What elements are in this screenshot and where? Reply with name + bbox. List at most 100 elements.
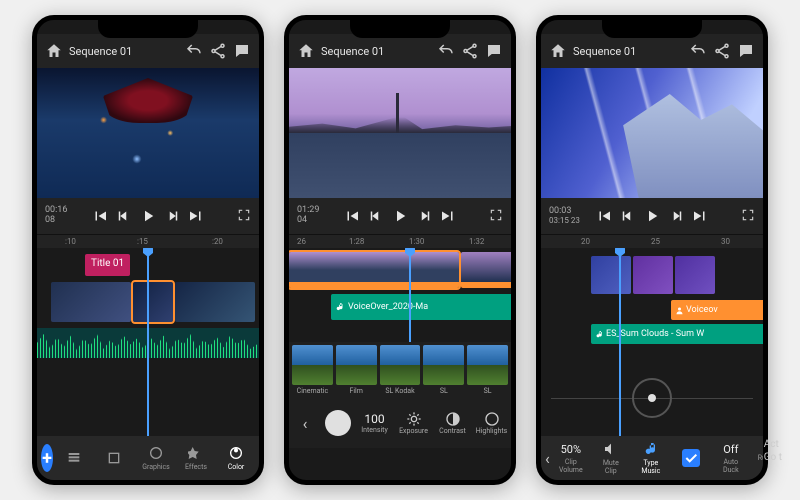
tab-mute-clip[interactable]: Mute Clip (592, 438, 630, 478)
video-clip[interactable] (51, 282, 131, 322)
back-icon[interactable]: ‹ (545, 449, 550, 468)
tab-label: Type Music (641, 459, 660, 475)
param-value: 100 (364, 412, 384, 426)
playhead[interactable] (619, 248, 621, 436)
video-clip[interactable] (633, 256, 673, 294)
playhead[interactable] (409, 248, 411, 342)
timeline-ruler[interactable]: 20 25 30 (541, 234, 763, 248)
timeline-ruler[interactable]: 26 1:28 1:30 1:32 (289, 234, 511, 248)
title-clip[interactable]: Title 01 (85, 254, 130, 276)
param-contrast[interactable]: Contrast (433, 411, 472, 435)
skip-start-icon[interactable] (91, 207, 109, 225)
voiceover-clip[interactable]: Voiceov (671, 300, 763, 320)
timeline[interactable]: Voiceov ES_Sum Clouds - Sum W (541, 248, 763, 436)
video-clip[interactable] (591, 256, 631, 294)
undo-icon[interactable] (185, 42, 203, 60)
ruler-tick: 30 (721, 237, 730, 246)
timecode: 00:03 03:15 23 (549, 207, 587, 226)
undo-icon[interactable] (437, 42, 455, 60)
preset-label: SL (484, 387, 492, 395)
comment-icon[interactable] (737, 42, 755, 60)
timeline[interactable]: Title 01 (37, 248, 259, 436)
tab-check[interactable] (672, 438, 710, 478)
preset-item[interactable]: SL (467, 345, 508, 395)
tab-label: Auto Duck (723, 458, 739, 474)
undo-icon[interactable] (689, 42, 707, 60)
play-icon[interactable] (643, 207, 661, 225)
fullscreen-icon[interactable] (489, 208, 503, 225)
tab-project[interactable] (55, 438, 93, 478)
music-clip[interactable]: ES_Sum Clouds - Sum W (591, 324, 763, 344)
ruler-tick: 1:28 (349, 237, 364, 246)
tab-auto-duck[interactable]: OffAuto Duck (712, 438, 750, 478)
video-clip[interactable] (133, 282, 173, 322)
preset-circle[interactable] (325, 410, 351, 436)
ruler-tick: 25 (651, 237, 660, 246)
share-icon[interactable] (209, 42, 227, 60)
tab-clip-volume[interactable]: 50%Clip Volume (552, 438, 590, 478)
sequence-title[interactable]: Sequence 01 (573, 45, 683, 58)
video-clip[interactable] (675, 256, 715, 294)
play-icon[interactable] (139, 207, 157, 225)
ruler-tick: 1:30 (409, 237, 424, 246)
step-fwd-icon[interactable] (667, 207, 685, 225)
timecode-frame: 08 (45, 216, 83, 226)
skip-end-icon[interactable] (187, 207, 205, 225)
video-clip[interactable] (461, 252, 511, 288)
scrub-wheel[interactable] (632, 378, 672, 418)
skip-start-icon[interactable] (343, 207, 361, 225)
video-clip[interactable] (175, 282, 255, 322)
comment-icon[interactable] (485, 42, 503, 60)
tab-edit[interactable] (95, 438, 133, 478)
step-fwd-icon[interactable] (163, 207, 181, 225)
home-icon[interactable] (45, 42, 63, 60)
home-icon[interactable] (549, 42, 567, 60)
home-icon[interactable] (297, 42, 315, 60)
preset-label: SL (440, 387, 448, 395)
video-preview[interactable] (289, 68, 511, 198)
preset-item[interactable]: Film (336, 345, 377, 395)
tab-label: Graphics (142, 463, 170, 471)
fullscreen-icon[interactable] (741, 208, 755, 225)
playback-controls (343, 207, 457, 225)
step-back-icon[interactable] (115, 207, 133, 225)
share-icon[interactable] (713, 42, 731, 60)
add-button[interactable]: + (41, 444, 53, 472)
param-exposure[interactable]: Exposure (394, 411, 433, 435)
tab-color[interactable]: Color (217, 438, 255, 478)
audio-clip[interactable]: VoiceOver_2020-Ma (331, 294, 511, 320)
param-highlights[interactable]: Highlights (472, 411, 511, 435)
skip-start-icon[interactable] (595, 207, 613, 225)
tab-effects[interactable]: Effects (177, 438, 215, 478)
preset-item[interactable]: SL (423, 345, 464, 395)
step-back-icon[interactable] (619, 207, 637, 225)
param-label: Intensity (361, 426, 388, 434)
skip-end-icon[interactable] (691, 207, 709, 225)
ruler-tick: 20 (581, 237, 590, 246)
share-icon[interactable] (461, 42, 479, 60)
tab-type-music[interactable]: Type Music (632, 438, 670, 478)
video-preview[interactable] (541, 68, 763, 198)
playhead[interactable] (147, 248, 149, 436)
param-intensity[interactable]: 100Intensity (355, 412, 394, 434)
ruler-tick: 1:32 (469, 237, 484, 246)
fullscreen-icon[interactable] (237, 208, 251, 225)
preset-item[interactable]: SL Kodak (380, 345, 421, 395)
comment-icon[interactable] (233, 42, 251, 60)
timeline-ruler[interactable]: :10 :15 :20 (37, 234, 259, 248)
transport-bar: 00:03 03:15 23 (541, 198, 763, 234)
step-fwd-icon[interactable] (415, 207, 433, 225)
timeline[interactable]: VoiceOver_2020-Ma (289, 248, 511, 342)
back-icon[interactable]: ‹ (289, 414, 321, 433)
preset-label: SL Kodak (385, 387, 414, 395)
step-back-icon[interactable] (367, 207, 385, 225)
sequence-title[interactable]: Sequence 01 (321, 45, 431, 58)
preset-item[interactable]: Cinematic (292, 345, 333, 395)
video-clip[interactable] (289, 252, 459, 288)
tab-graphics[interactable]: Graphics (137, 438, 175, 478)
transport-bar: 00:16 08 (37, 198, 259, 234)
skip-end-icon[interactable] (439, 207, 457, 225)
sequence-title[interactable]: Sequence 01 (69, 45, 179, 58)
video-preview[interactable] (37, 68, 259, 198)
play-icon[interactable] (391, 207, 409, 225)
